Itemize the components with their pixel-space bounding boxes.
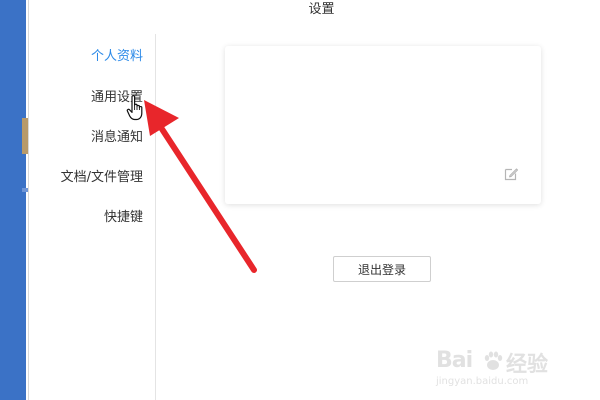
watermark-brand: Bai [436, 348, 473, 373]
settings-window: 设置 个人资料 通用设置 消息通知 文档/文件管理 快捷键 退出登录 [28, 0, 600, 400]
baidu-jingyan-watermark: Bai 经验 jingyan.baidu.com [436, 346, 586, 392]
sidebar-item-notifications[interactable]: 消息通知 [91, 126, 143, 145]
paw-icon [484, 351, 503, 370]
window-title: 设置 [308, 2, 335, 17]
background-app-strip [0, 0, 28, 400]
profile-card [225, 46, 541, 204]
screen: 设置 个人资料 通用设置 消息通知 文档/文件管理 快捷键 退出登录 Bai 经… [0, 0, 600, 400]
watermark-url: jingyan.baidu.com [436, 376, 529, 387]
logout-button[interactable]: 退出登录 [333, 256, 431, 282]
watermark-name: 经验 [506, 352, 548, 376]
edit-icon[interactable] [503, 166, 519, 182]
sidebar-item-file-management[interactable]: 文档/文件管理 [61, 166, 143, 185]
hand-pointer-icon [126, 95, 143, 121]
sidebar-divider [155, 34, 156, 400]
sidebar-item-profile[interactable]: 个人资料 [91, 45, 143, 64]
settings-sidebar: 个人资料 通用设置 消息通知 文档/文件管理 快捷键 [29, 34, 155, 400]
sidebar-item-shortcuts[interactable]: 快捷键 [104, 206, 143, 225]
